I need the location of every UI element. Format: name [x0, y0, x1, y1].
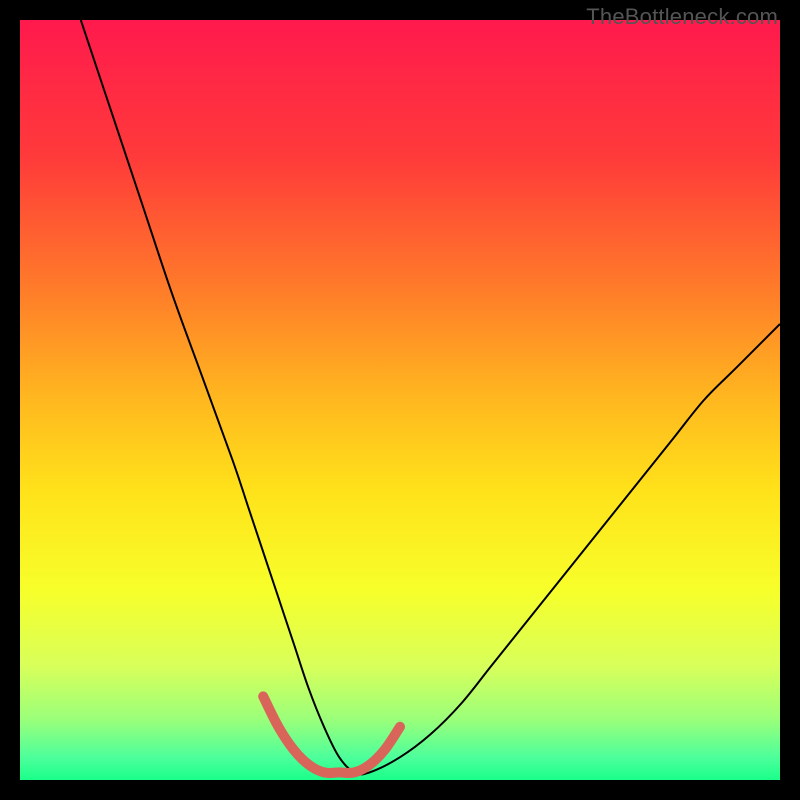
- gradient-background: [20, 20, 780, 780]
- chart-frame: TheBottleneck.com: [0, 0, 800, 800]
- chart-svg: [20, 20, 780, 780]
- watermark-text: TheBottleneck.com: [586, 4, 778, 30]
- plot-area: [20, 20, 780, 780]
